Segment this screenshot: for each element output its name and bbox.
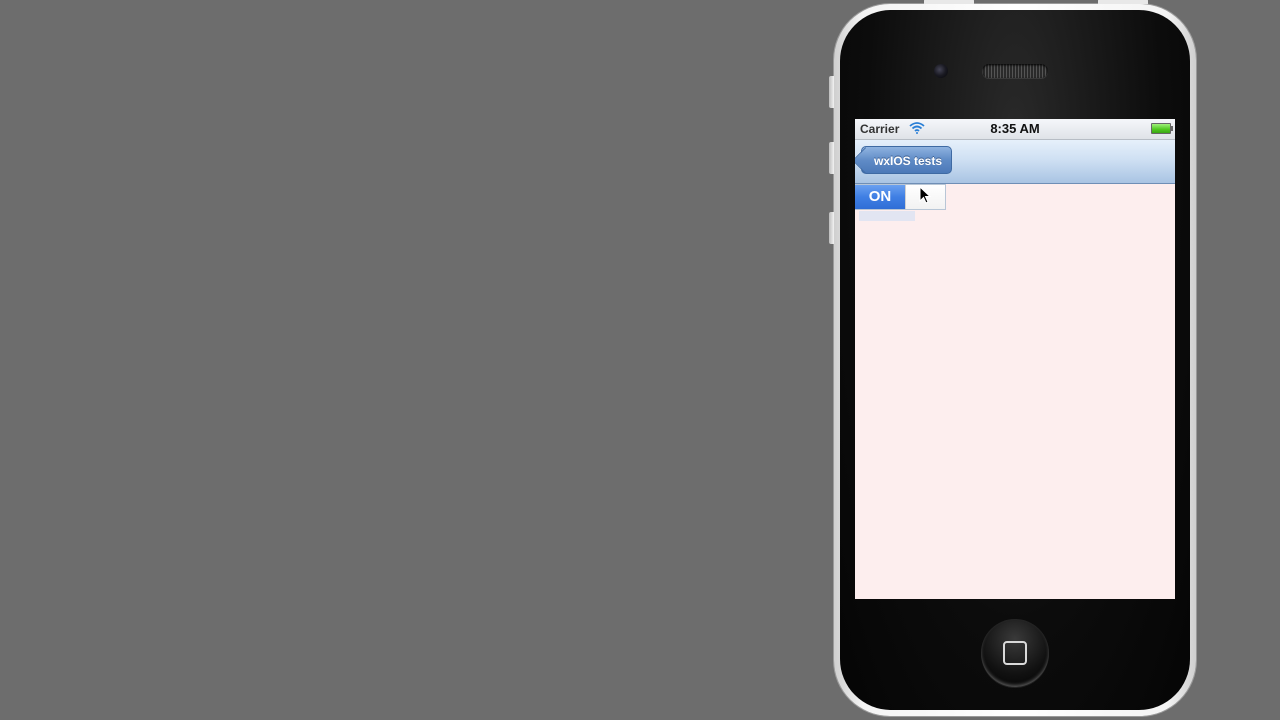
front-camera-icon <box>934 64 948 78</box>
status-time: 8:35 AM <box>990 121 1040 136</box>
simulator-desktop: Carrier 8:35 AM wxIOS tests ON <box>0 0 1280 720</box>
faded-label <box>859 211 915 221</box>
battery-tip <box>1171 126 1173 131</box>
back-button[interactable]: wxIOS tests <box>861 146 953 174</box>
home-square-icon <box>1003 641 1027 665</box>
phone-screen: Carrier 8:35 AM wxIOS tests ON <box>855 119 1175 599</box>
on-off-switch[interactable]: ON <box>855 184 946 210</box>
mouse-cursor-icon <box>919 186 931 204</box>
volume-up-button[interactable] <box>829 142 834 174</box>
status-bar: Carrier 8:35 AM <box>855 119 1175 140</box>
back-button-label: wxIOS tests <box>874 154 943 168</box>
battery-icon <box>1151 123 1173 134</box>
top-edge-button <box>1098 0 1148 4</box>
sleep-button[interactable] <box>924 0 974 4</box>
navigation-bar: wxIOS tests <box>855 140 1175 184</box>
switch-on-label: ON <box>855 185 905 209</box>
mute-switch[interactable] <box>829 76 834 108</box>
speaker-grille <box>982 64 1048 78</box>
volume-down-button[interactable] <box>829 212 834 244</box>
home-button[interactable] <box>981 619 1049 687</box>
